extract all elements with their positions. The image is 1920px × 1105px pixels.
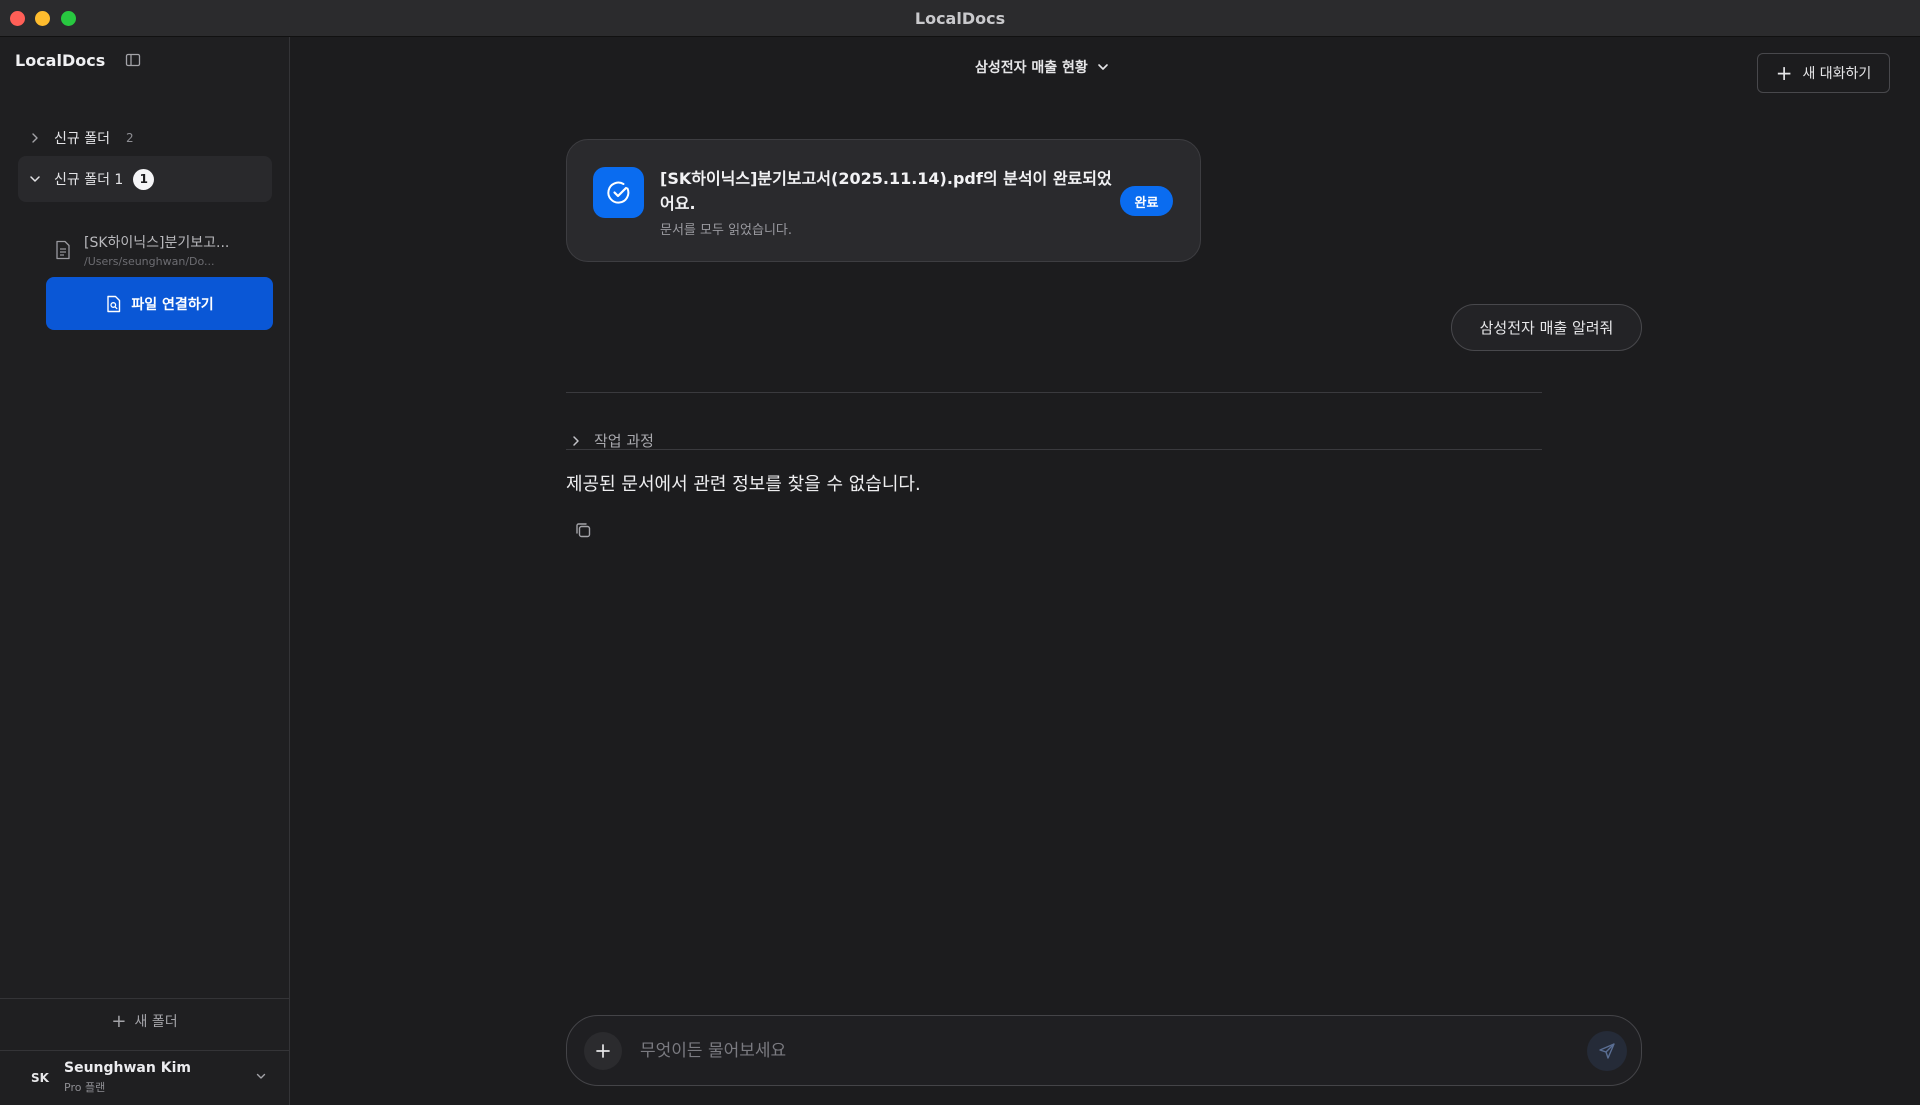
document-icon xyxy=(56,240,70,260)
user-profile[interactable]: SK Seunghwan Kim Pro 플랜 xyxy=(0,1050,289,1105)
attach-button[interactable] xyxy=(584,1032,622,1070)
user-message: 삼성전자 매출 알려줘 xyxy=(1451,304,1642,351)
analysis-status-card: [SK하이닉스]분기보고서(2025.11.14).pdf의 분석이 완료되었어… xyxy=(566,139,1201,262)
chevron-down-icon xyxy=(256,1073,266,1079)
chevron-right-icon xyxy=(573,435,579,446)
plus-icon: + xyxy=(111,1010,127,1032)
send-icon xyxy=(1599,1043,1615,1059)
plus-icon xyxy=(596,1044,610,1058)
status-badge: 완료 xyxy=(1120,186,1173,216)
folder-count: 2 xyxy=(125,131,134,145)
user-plan: Pro 플랜 xyxy=(64,1081,106,1094)
copy-icon[interactable] xyxy=(572,519,594,541)
assistant-message: 제공된 문서에서 관련 정보를 찾을 수 없습니다. xyxy=(566,474,921,495)
main-panel: 삼성전자 매출 현황 + 새 대화하기 [SK하이닉스]분기보고서(2025.1… xyxy=(290,37,1920,1105)
divider xyxy=(566,392,1542,393)
new-folder-button[interactable]: + 새 폴더 xyxy=(0,1001,289,1041)
new-chat-label: 새 대화하기 xyxy=(1802,66,1872,82)
avatar: SK xyxy=(31,1070,49,1085)
folder-name: 신규 폴더 xyxy=(54,131,110,147)
chevron-down-icon xyxy=(24,168,46,190)
status-subtitle: 문서를 모두 읽었습니다. xyxy=(660,223,792,238)
app-brand: LocalDocs xyxy=(15,51,106,70)
process-toggle[interactable]: 작업 과정 xyxy=(566,430,654,451)
file-name: [SK하이닉스]분기보고... xyxy=(84,235,230,251)
file-path: /Users/seunghwan/Do... xyxy=(84,255,215,268)
connect-file-button[interactable]: 파일 연결하기 xyxy=(46,277,273,330)
user-name: Seunghwan Kim xyxy=(64,1060,191,1076)
chevron-down-icon xyxy=(1097,64,1108,70)
send-button[interactable] xyxy=(1587,1031,1627,1071)
process-label: 작업 과정 xyxy=(594,432,654,450)
sidebar-folder-active[interactable]: 신규 폴더 1 1 xyxy=(18,156,272,202)
divider xyxy=(566,449,1542,450)
sidebar-file-item[interactable]: [SK하이닉스]분기보고... /Users/seunghwan/Do... xyxy=(54,225,274,275)
conversation-title-dropdown[interactable]: 삼성전자 매출 현황 xyxy=(975,57,1110,77)
composer xyxy=(566,1015,1642,1086)
new-chat-button[interactable]: + 새 대화하기 xyxy=(1757,53,1890,93)
connect-file-label: 파일 연결하기 xyxy=(131,296,214,313)
sidebar-folder[interactable]: 신규 폴더 2 xyxy=(18,115,272,161)
sidebar-divider xyxy=(0,998,289,999)
chevron-right-icon xyxy=(24,127,46,149)
message-input[interactable] xyxy=(640,1035,1520,1067)
plus-icon: + xyxy=(1775,61,1793,85)
conversation-title: 삼성전자 매출 현황 xyxy=(975,60,1088,76)
sidebar-toggle-icon[interactable] xyxy=(125,52,141,68)
window-title: LocalDocs xyxy=(914,9,1006,28)
folder-count-badge: 1 xyxy=(133,168,155,190)
new-folder-label: 새 폴더 xyxy=(134,1014,178,1030)
folder-name: 신규 폴더 1 xyxy=(54,172,124,188)
file-search-icon xyxy=(107,295,121,312)
sidebar: LocalDocs 신규 폴더 2 신규 폴더 1 1 [SK하이닉스]분기보고… xyxy=(0,37,290,1105)
check-circle-icon xyxy=(593,167,644,218)
title-bar: LocalDocs xyxy=(0,0,1920,37)
status-title: [SK하이닉스]분기보고서(2025.11.14).pdf의 분석이 완료되었어… xyxy=(660,169,1112,213)
